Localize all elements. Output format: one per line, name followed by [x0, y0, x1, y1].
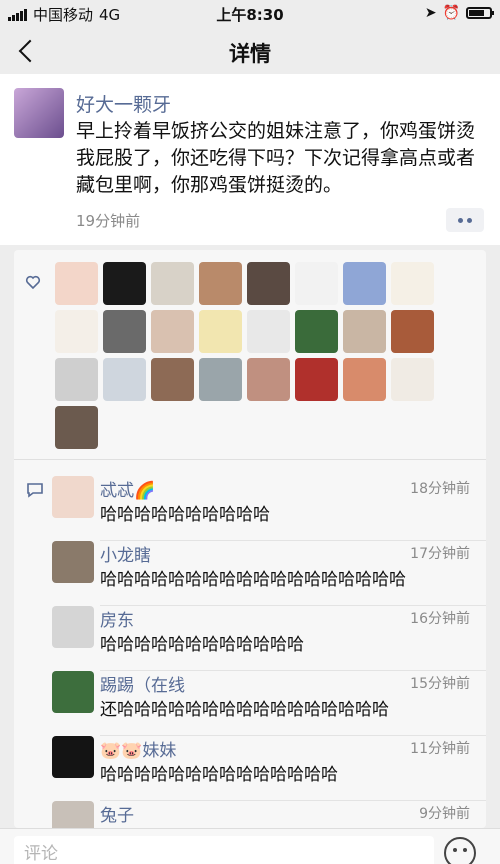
- comment-item[interactable]: 忒忒🌈 18分钟前哈哈哈哈哈哈哈哈哈哈: [52, 476, 486, 541]
- comment-time: 17分钟前: [410, 546, 470, 562]
- liker-avatar[interactable]: [247, 262, 290, 305]
- comment-item[interactable]: 🐷🐷妹妹 11分钟前哈哈哈哈哈哈哈哈哈哈哈哈哈哈: [52, 736, 486, 801]
- commenter-avatar[interactable]: [52, 476, 94, 518]
- commenter-name[interactable]: 小龙瞎: [100, 541, 151, 566]
- more-options-button[interactable]: [446, 208, 484, 232]
- commenter-name[interactable]: 🐷🐷妹妹: [100, 736, 176, 761]
- commenter-avatar[interactable]: [52, 736, 94, 778]
- comment-time: 18分钟前: [410, 481, 470, 497]
- commenter-name[interactable]: 忒忒🌈: [100, 476, 155, 501]
- liker-avatar[interactable]: [55, 262, 98, 305]
- comment-item[interactable]: 踢踢（在线 15分钟前还哈哈哈哈哈哈哈哈哈哈哈哈哈哈哈哈: [52, 671, 486, 736]
- comment-icon: [27, 483, 43, 498]
- comment-text: 哈哈哈哈哈哈哈哈哈哈哈哈哈哈哈哈哈哈: [100, 570, 406, 590]
- commenter-name[interactable]: 房东: [100, 606, 134, 631]
- liker-avatar[interactable]: [391, 310, 434, 353]
- moment-post: 好大一颗牙 早上拎着早饭挤公交的姐妹注意了，你鸡蛋饼烫我屁股了，你还吃得下吗？下…: [0, 74, 500, 245]
- liker-avatar[interactable]: [343, 262, 386, 305]
- liker-avatar[interactable]: [295, 310, 338, 353]
- liker-avatar[interactable]: [103, 310, 146, 353]
- comment-text: 还哈哈哈哈哈哈哈哈哈哈哈哈哈哈哈哈: [100, 700, 389, 720]
- commenter-avatar[interactable]: [52, 671, 94, 713]
- location-icon: ➤: [424, 5, 437, 21]
- battery-icon: [466, 7, 494, 19]
- liker-avatar[interactable]: [199, 358, 242, 401]
- liker-avatar[interactable]: [55, 358, 98, 401]
- liker-avatar[interactable]: [103, 262, 146, 305]
- status-bar: 中国移动 4G 上午8:30 ➤ ⏰: [0, 0, 500, 28]
- comment-text: 哈哈哈哈哈哈哈哈哈哈哈哈哈哈: [100, 765, 338, 785]
- nav-bar: 详情: [0, 28, 500, 74]
- comment-item[interactable]: 小龙瞎 17分钟前 哈哈哈哈哈哈哈哈哈哈哈哈哈哈哈哈哈哈: [52, 541, 486, 606]
- comment-time: 11分钟前: [410, 741, 470, 757]
- liker-avatar[interactable]: [247, 310, 290, 353]
- author-avatar[interactable]: [14, 88, 64, 138]
- commenter-avatar[interactable]: [52, 606, 94, 648]
- emoji-button[interactable]: [444, 837, 476, 864]
- post-text: 早上拎着早饭挤公交的姐妹注意了，你鸡蛋饼烫我屁股了，你还吃得下吗？下次记得拿高点…: [76, 120, 476, 196]
- commenter-name[interactable]: 踢踢（在线: [100, 671, 185, 696]
- liker-avatar[interactable]: [151, 310, 194, 353]
- comment-time: 9分钟前: [419, 806, 470, 822]
- input-bar: [0, 828, 500, 864]
- commenter-avatar[interactable]: [52, 801, 94, 828]
- interaction-panel: 忒忒🌈 18分钟前 哈哈哈哈哈哈哈哈哈哈 小龙瞎 17分钟前 哈哈哈哈哈哈哈哈哈哈哈哈哈哈…: [14, 250, 486, 828]
- liker-avatar[interactable]: [295, 358, 338, 401]
- liker-avatar[interactable]: [391, 262, 434, 305]
- comment-input[interactable]: [14, 836, 434, 864]
- heart-icon: [25, 275, 41, 290]
- liker-avatar[interactable]: [55, 310, 98, 353]
- comment-time: 16分钟前: [410, 611, 470, 627]
- liker-avatar[interactable]: [391, 358, 434, 401]
- liker-avatar[interactable]: [55, 406, 98, 449]
- liker-avatar[interactable]: [151, 262, 194, 305]
- author-name[interactable]: 好大一颗牙: [76, 90, 171, 117]
- comment-item[interactable]: 兔子 9分钟前: [52, 801, 486, 828]
- liker-avatar[interactable]: [247, 358, 290, 401]
- status-right: ➤ ⏰: [424, 5, 494, 21]
- page-title: 详情: [229, 42, 271, 66]
- liker-avatar[interactable]: [199, 262, 242, 305]
- comment-item[interactable]: 房东 16分钟前哈哈哈哈哈哈哈哈哈哈哈哈: [52, 606, 486, 671]
- comment-time: 15分钟前: [410, 676, 470, 692]
- commenter-avatar[interactable]: [52, 541, 94, 583]
- likes-grid: [55, 262, 475, 449]
- liker-avatar[interactable]: [199, 310, 242, 353]
- liker-avatar[interactable]: [343, 310, 386, 353]
- liker-avatar[interactable]: [103, 358, 146, 401]
- liker-avatar[interactable]: [295, 262, 338, 305]
- likes-divider: [14, 459, 486, 460]
- post-time: 19分钟前: [76, 212, 141, 230]
- alarm-icon: ⏰: [442, 5, 460, 21]
- comment-text: 哈哈哈哈哈哈哈哈哈哈哈哈: [100, 635, 304, 655]
- commenter-name[interactable]: 兔子: [100, 801, 134, 826]
- liker-avatar[interactable]: [151, 358, 194, 401]
- comment-text: 哈哈哈哈哈哈哈哈哈哈: [100, 505, 270, 525]
- liker-avatar[interactable]: [343, 358, 386, 401]
